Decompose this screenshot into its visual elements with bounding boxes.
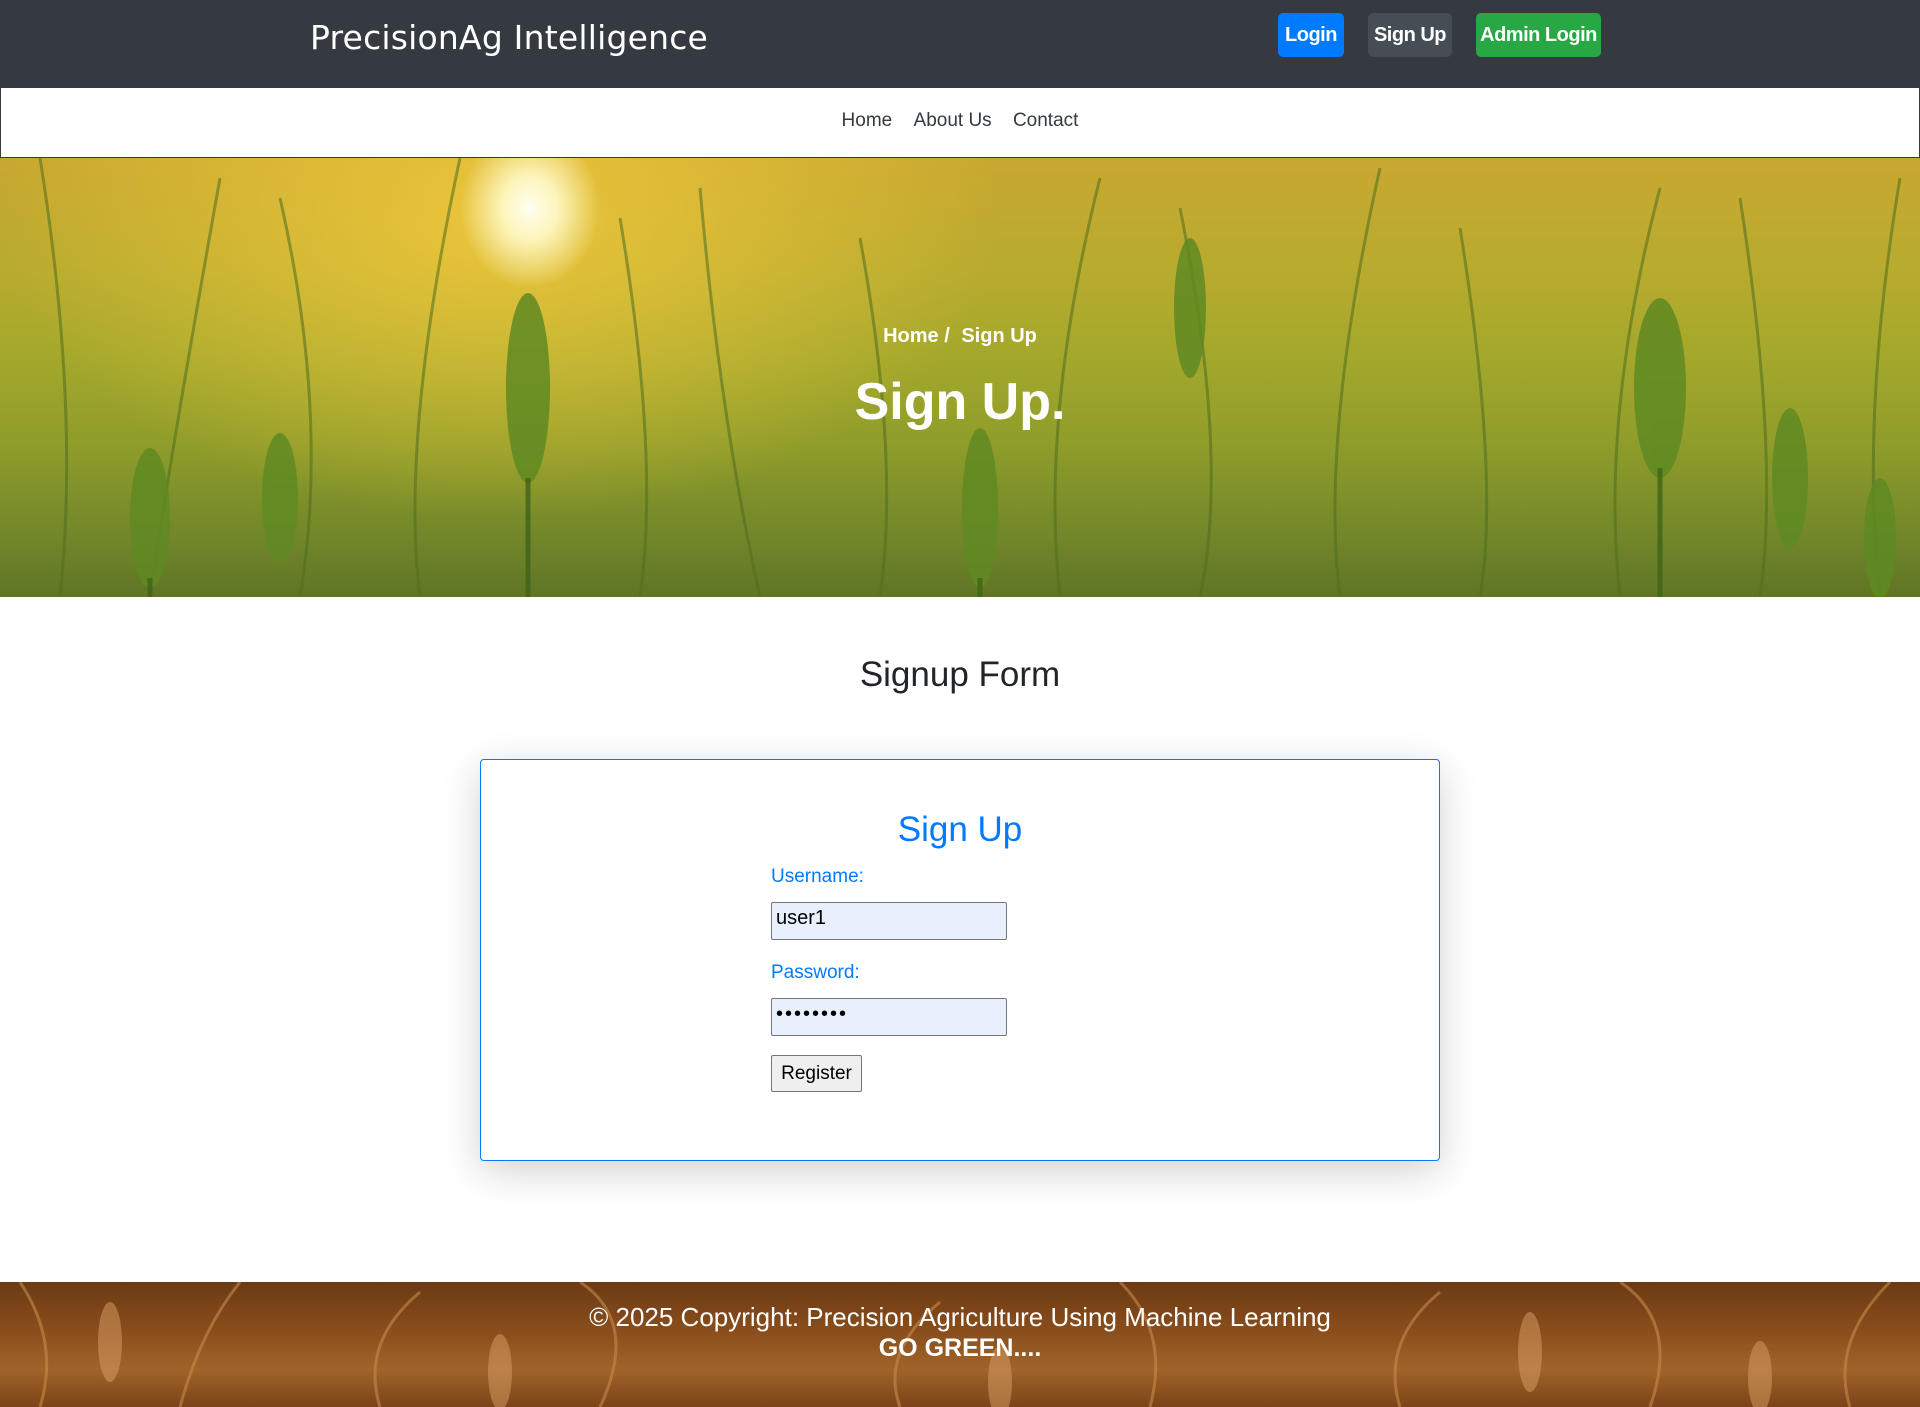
signup-button[interactable]: Sign Up xyxy=(1368,13,1452,57)
register-button[interactable]: Register xyxy=(771,1055,862,1092)
hero-banner: Home / Sign Up Sign Up. xyxy=(0,158,1920,597)
password-label: Password: xyxy=(771,962,860,983)
password-input[interactable]: •••••••• xyxy=(771,998,1007,1036)
signup-form-card: Sign Up Username: user1 Password: ••••••… xyxy=(480,759,1440,1161)
main-nav: Home About Us Contact xyxy=(0,87,1920,158)
login-button[interactable]: Login xyxy=(1278,13,1344,57)
brand-logo[interactable]: PrecisionAg Intelligence xyxy=(310,18,708,57)
footer-copyright: © 2025 Copyright: Precision Agriculture … xyxy=(589,1302,1331,1332)
username-input[interactable]: user1 xyxy=(771,902,1007,940)
footer-tagline: GO GREEN.... xyxy=(878,1334,1042,1362)
nav-item-contact[interactable]: Contact xyxy=(1013,110,1078,131)
nav-item-about-us[interactable]: About Us xyxy=(914,110,992,131)
admin-login-button[interactable]: Admin Login xyxy=(1476,13,1601,57)
top-header: PrecisionAg Intelligence Login Sign Up A… xyxy=(0,0,1920,87)
breadcrumb-home[interactable]: Home / xyxy=(883,325,950,347)
hero-title: Sign Up. xyxy=(854,373,1066,431)
username-label: Username: xyxy=(771,866,864,887)
breadcrumb-current: Sign Up xyxy=(961,325,1037,347)
nav-links: Home About Us Contact xyxy=(1,110,1919,132)
nav-item-home[interactable]: Home xyxy=(842,110,893,131)
footer: © 2025 Copyright: Precision Agriculture … xyxy=(0,1282,1920,1407)
section-title: Signup Form xyxy=(859,655,1061,694)
form-title: Sign Up xyxy=(897,810,1023,849)
breadcrumb: Home / Sign Up xyxy=(0,325,1920,348)
